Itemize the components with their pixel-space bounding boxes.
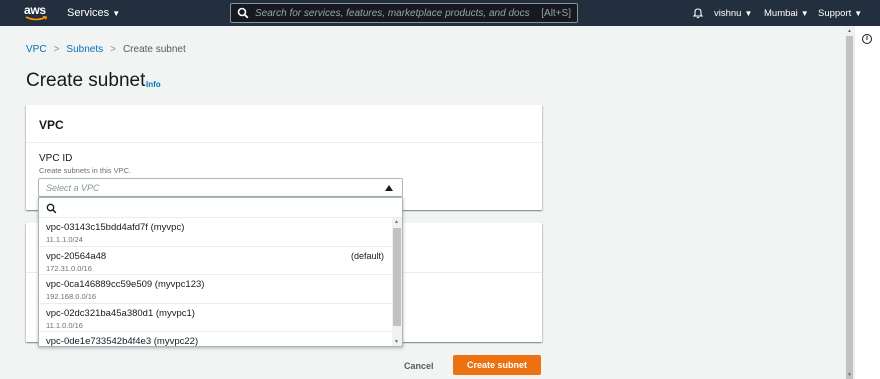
search-placeholder: Search for services, features, marketpla… <box>255 8 530 19</box>
search-icon <box>237 7 249 19</box>
support-menu[interactable]: Support ▼ <box>818 8 862 19</box>
chevron-right-icon: > <box>110 44 116 55</box>
page-scrollbar[interactable]: ▲ ▼ <box>845 26 854 379</box>
vpc-option-name: vpc-02dc321ba45a380d1 (myvpc1) <box>46 307 195 319</box>
breadcrumb-subnets[interactable]: Subnets <box>66 44 103 55</box>
aws-logo[interactable]: aws <box>24 3 50 23</box>
chevron-down-icon: ▼ <box>744 9 753 18</box>
bell-icon[interactable] <box>692 7 704 19</box>
vpc-option[interactable]: vpc-0de1e733542b4f4e3 (myvpc22) <box>39 332 392 347</box>
info-circle-icon[interactable]: i <box>862 34 872 44</box>
vpc-option-name: vpc-03143c15bdd4afd7f (myvpc) <box>46 222 185 233</box>
vpc-option-tag: (default) <box>350 250 384 261</box>
breadcrumb: VPC > Subnets > Create subnet <box>26 44 186 55</box>
scroll-down-arrow-icon[interactable]: ▼ <box>847 372 852 378</box>
vpc-option-name: vpc-0ca146889cc59e509 (myvpc123) <box>46 279 205 290</box>
vpc-option-cidr: 11.1.0.0/16 <box>46 320 83 330</box>
page-scrollbar-thumb[interactable] <box>846 36 853 379</box>
search-shortcut: [Alt+S] <box>541 8 571 19</box>
vpc-dropdown-list: vpc-03143c15bdd4afd7f (myvpc) 11.1.1.0/2… <box>38 197 403 347</box>
services-label: Services <box>67 7 110 19</box>
vpc-id-description: Create subnets in this VPC. <box>39 166 132 175</box>
vpc-option[interactable]: vpc-02dc321ba45a380d1 (myvpc1) 11.1.0.0/… <box>39 304 392 332</box>
vpc-option-name: vpc-20564a48 <box>46 250 107 262</box>
top-navigation-bar: aws Services ▼ Search for services, featu… <box>0 0 880 26</box>
vpc-option-cidr: 192.168.0.0/16 <box>46 292 97 301</box>
breadcrumb-vpc[interactable]: VPC <box>26 44 47 55</box>
create-subnet-button[interactable]: Create subnet <box>453 355 541 375</box>
vpc-select-placeholder: Select a VPC <box>46 183 100 193</box>
vpc-option-cidr: 172.31.0.0/16 <box>46 263 92 273</box>
chevron-down-icon: ▼ <box>854 9 863 18</box>
scroll-up-arrow-icon[interactable]: ▲ <box>847 28 852 34</box>
global-search-input[interactable]: Search for services, features, marketpla… <box>230 3 578 23</box>
scroll-up-arrow-icon[interactable]: ▲ <box>394 219 399 225</box>
dropdown-filter-input[interactable] <box>39 198 402 218</box>
vpc-option-cidr: 11.1.1.0/24 <box>46 235 83 244</box>
region-name: Mumbai <box>764 8 798 19</box>
vpc-option[interactable]: vpc-03143c15bdd4afd7f (myvpc) 11.1.1.0/2… <box>39 218 392 247</box>
vpc-option[interactable]: vpc-20564a48 172.31.0.0/16 (default) <box>39 247 392 275</box>
vpc-panel-heading: VPC <box>26 105 542 143</box>
user-menu[interactable]: vishnu ▼ <box>714 8 752 19</box>
user-name: vishnu <box>714 8 742 19</box>
aws-smile-icon <box>25 16 47 21</box>
info-link[interactable]: Info <box>146 80 161 89</box>
scroll-down-arrow-icon[interactable]: ▼ <box>394 339 399 345</box>
chevron-right-icon: > <box>53 44 60 55</box>
help-panel-rail <box>854 26 880 379</box>
breadcrumb-current: Create subnet <box>122 44 186 55</box>
vpc-id-label: VPC ID <box>39 153 73 164</box>
vpc-option-name: vpc-0de1e733542b4f4e3 (myvpc22) <box>46 336 199 347</box>
vpc-select[interactable]: Select a VPC <box>38 178 403 197</box>
aws-logo-text: aws <box>24 3 46 17</box>
search-icon <box>46 203 57 214</box>
dropdown-scrollbar-thumb[interactable] <box>393 228 401 326</box>
dropdown-scrollbar[interactable]: ▲ ▼ <box>392 218 402 346</box>
page-title: Create subnet <box>26 70 146 91</box>
chevron-down-icon: ▼ <box>800 9 809 18</box>
cancel-button[interactable]: Cancel <box>398 356 440 375</box>
services-menu[interactable]: Services ▼ <box>67 7 120 19</box>
caret-up-icon <box>385 185 393 191</box>
chevron-down-icon: ▼ <box>112 9 121 18</box>
vpc-option[interactable]: vpc-0ca146889cc59e509 (myvpc123) 192.168… <box>39 275 392 304</box>
region-menu[interactable]: Mumbai ▼ <box>764 8 809 19</box>
support-label: Support <box>818 8 852 19</box>
